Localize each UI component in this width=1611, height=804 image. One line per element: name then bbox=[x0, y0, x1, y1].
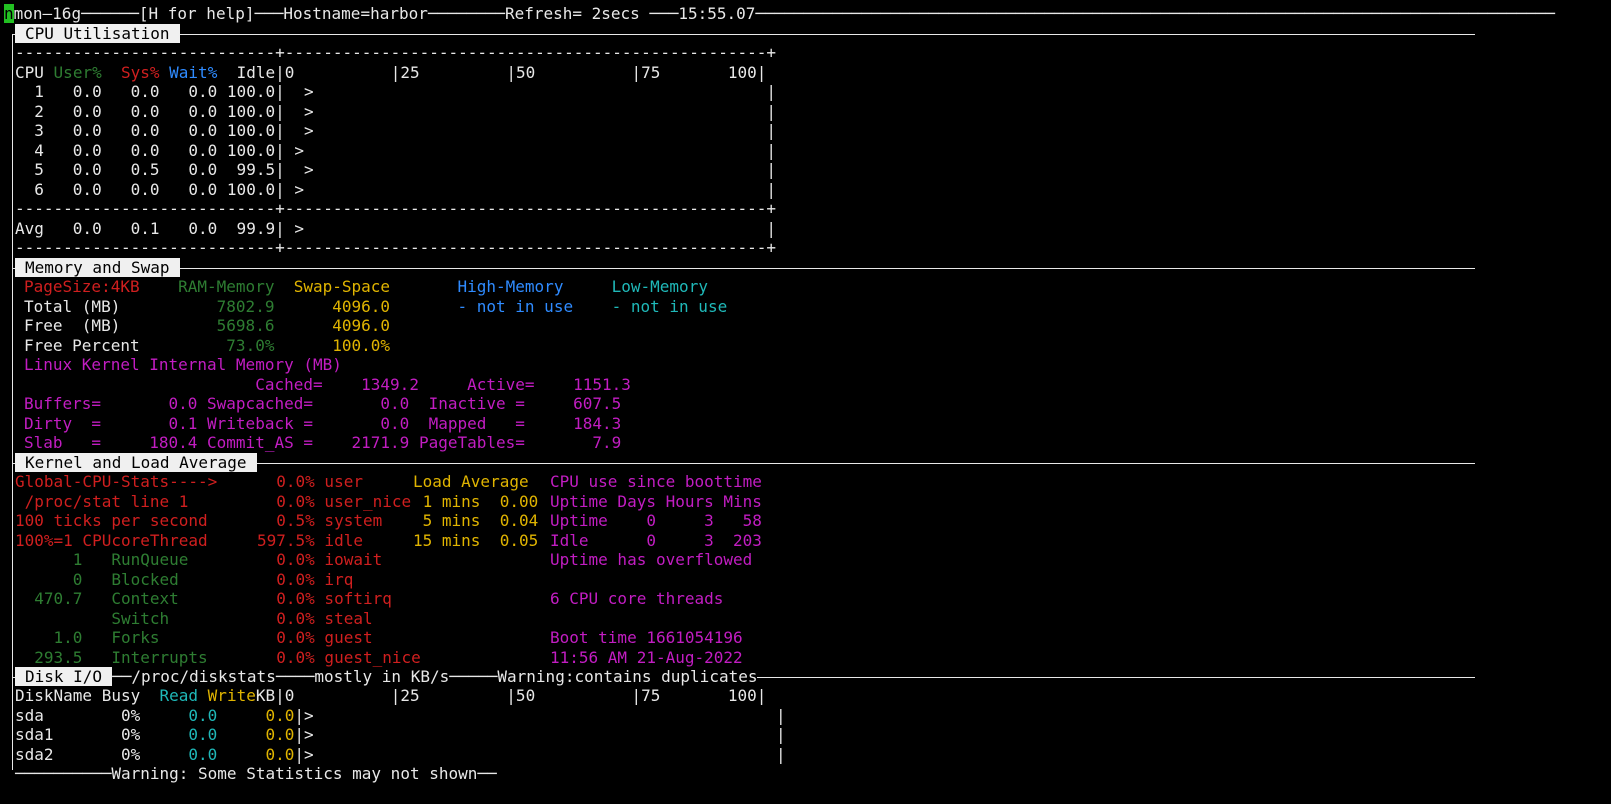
pagesize: PageSize:4KB bbox=[24, 277, 140, 296]
ticks-label: 100 ticks per second bbox=[15, 511, 208, 530]
memory-percent-row: Free Percent 73.0% 100.0% bbox=[24, 336, 391, 355]
kernel-section-title: Kernel and Load Average bbox=[15, 453, 257, 473]
terminal-cursor: n bbox=[4, 4, 14, 23]
cpu-row: 1 0.0 0.0 0.0 100.0| > | bbox=[15, 82, 776, 101]
stat-softirq: 0.0% softirq bbox=[257, 589, 392, 608]
context-row: 470.7 Context bbox=[15, 589, 179, 608]
boot-time: Boot time 1661054196 bbox=[550, 628, 743, 647]
memory-free-row: Free (MB) 5698.6 4096.0 bbox=[24, 316, 391, 335]
memory-total-row: Total (MB) 7802.9 4096.0 - not in use - … bbox=[24, 297, 728, 316]
runqueue-row: 1 RunQueue bbox=[15, 550, 189, 569]
blocked-row: 0 Blocked bbox=[15, 570, 179, 589]
cpu-scale: |0 |25 |50 |75 100| bbox=[275, 63, 767, 82]
hostname: Hostname=harbor bbox=[283, 4, 428, 23]
left-border bbox=[12, 34, 13, 770]
disk-row: sda 0% 0.0 0.0|> | bbox=[15, 706, 786, 725]
uptime-header: CPU use since boottime bbox=[550, 472, 762, 491]
kernel-memory-row: Dirty = 0.1 Writeback = 0.0 Mapped = 184… bbox=[24, 414, 622, 433]
disk-header-row: DiskName Busy Read WriteKB|0 |25 |50 |75… bbox=[15, 686, 767, 705]
sys-pct-header: Sys% bbox=[120, 63, 160, 82]
kernel-memory-header: Linux Kernel Internal Memory (MB) bbox=[24, 355, 342, 374]
disk-section-title-row: Disk I/O ──/proc/diskstats────mostly in K… bbox=[15, 667, 758, 687]
disk-source: /proc/diskstats bbox=[131, 667, 276, 686]
uptime-row: Uptime 0 3 58 bbox=[550, 511, 762, 530]
stat-guest: 0.0% guest bbox=[257, 628, 373, 647]
help-hint[interactable]: [H for help] bbox=[139, 4, 255, 23]
core-thread-count: 6 CPU core threads bbox=[550, 589, 724, 608]
load-average-1: 1 mins 0.00 bbox=[413, 492, 539, 511]
cpu-avg-row: Avg 0.0 0.1 0.0 99.9| > | bbox=[15, 219, 776, 238]
app-version: mon—16g bbox=[13, 4, 82, 23]
cpu-separator-mid: ---------------------------+------------… bbox=[15, 199, 776, 218]
refresh-rate: Refresh= 2secs bbox=[504, 4, 640, 23]
user-pct-header: User% bbox=[53, 63, 102, 82]
stat-user-nice: 0.0% user_nice bbox=[257, 492, 412, 511]
disk-row: sda1 0% 0.0 0.0|> | bbox=[15, 725, 786, 744]
idle-time-row: Idle 0 3 203 bbox=[550, 531, 762, 550]
footer-warning-row: ──────────Warning: Some Statistics may n… bbox=[15, 764, 497, 783]
stat-steal: 0.0% steal bbox=[257, 609, 373, 628]
cpu-separator-top: ---------------------------+------------… bbox=[15, 43, 776, 62]
cpu-header-row: CPU User% Sys% Wait% Idle|0 |25 |50 |75 … bbox=[15, 63, 767, 82]
core-thread-label: 100%=1 CPUcoreThread bbox=[15, 531, 208, 550]
load-average-5: 5 mins 0.04 bbox=[413, 511, 539, 530]
uptime-overflow: Uptime has overflowed bbox=[550, 550, 753, 569]
stat-irq: 0.0% irq bbox=[257, 570, 354, 589]
disk-units: mostly in KB/s bbox=[314, 667, 450, 686]
header-bar: nmon—16g──────[H for help]───Hostname=ha… bbox=[4, 4, 1555, 23]
cpu-row: 2 0.0 0.0 0.0 100.0| > | bbox=[15, 102, 776, 121]
global-cpu-stats-label: Global-CPU-Stats----> bbox=[15, 472, 218, 491]
proc-stat-label: /proc/stat line 1 bbox=[15, 492, 189, 511]
cpu-separator-bottom: ---------------------------+------------… bbox=[15, 238, 776, 257]
stat-user: 0.0% user bbox=[257, 472, 363, 491]
stat-iowait: 0.0% iowait bbox=[257, 550, 383, 569]
nmon-terminal: nmon—16g──────[H for help]───Hostname=ha… bbox=[0, 0, 1611, 804]
header-dash: ────── bbox=[81, 4, 139, 23]
memory-section-rule bbox=[12, 268, 1475, 269]
disk-warning: Warning:contains duplicates bbox=[497, 667, 758, 686]
kernel-memory-row: Buffers= 0.0 Swapcached= 0.0 Inactive = … bbox=[24, 394, 622, 413]
cpu-section-rule bbox=[12, 34, 1475, 35]
stat-system: 0.5% system bbox=[257, 511, 383, 530]
cpu-section-title: CPU Utilisation bbox=[15, 24, 180, 44]
clock: 15:55.07 bbox=[678, 4, 756, 23]
kernel-memory-row: Slab = 180.4 Commit_AS = 2171.9 PageTabl… bbox=[24, 433, 622, 452]
disk-row: sda2 0% 0.0 0.0|> | bbox=[15, 745, 786, 764]
boot-date: 11:56 AM 21-Aug-2022 bbox=[550, 648, 743, 667]
idle-header: Idle bbox=[236, 63, 276, 82]
stat-guest-nice: 0.0% guest_nice bbox=[257, 648, 421, 667]
memory-header-row: PageSize:4KB RAM-Memory Swap-Space High-… bbox=[24, 277, 708, 296]
cpu-row: 3 0.0 0.0 0.0 100.0| > | bbox=[15, 121, 776, 140]
forks-row: 1.0 Forks bbox=[15, 628, 160, 647]
cpu-row: 4 0.0 0.0 0.0 100.0| > | bbox=[15, 141, 776, 160]
load-average-header: Load Average bbox=[413, 472, 529, 491]
wait-pct-header: Wait% bbox=[169, 63, 218, 82]
footer-warning: Warning: Some Statistics may not shown bbox=[111, 764, 478, 783]
switch-row: Switch bbox=[111, 609, 170, 628]
load-average-15: 15 mins 0.05 bbox=[413, 531, 539, 550]
interrupts-row: 293.5 Interrupts bbox=[15, 648, 208, 667]
cpu-row: 5 0.0 0.5 0.0 99.5| > | bbox=[15, 160, 776, 179]
kernel-memory-row: Cached= 1349.2 Active= 1151.3 bbox=[24, 375, 631, 394]
cpu-row: 6 0.0 0.0 0.0 100.0| > | bbox=[15, 180, 776, 199]
uptime-cols: Uptime Days Hours Mins bbox=[550, 492, 762, 511]
stat-idle: 597.5% idle bbox=[257, 531, 363, 550]
memory-section-title: Memory and Swap bbox=[15, 258, 180, 278]
